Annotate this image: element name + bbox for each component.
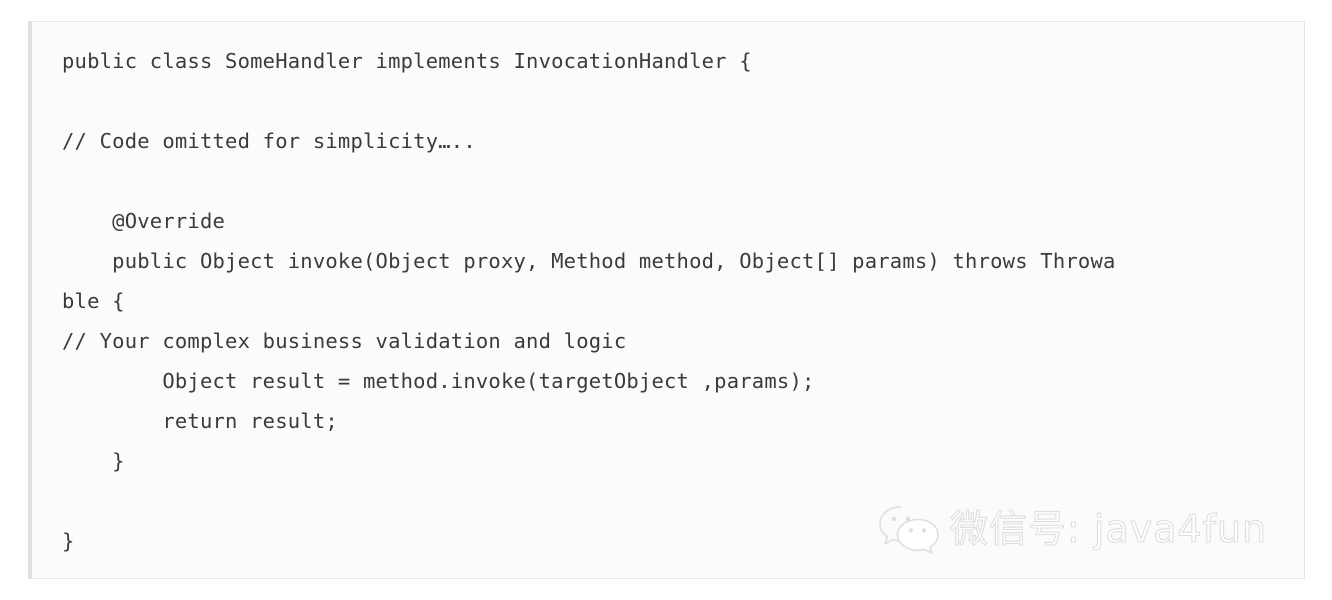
code-line: @Override [62,209,226,233]
code-line: public class SomeHandler implements Invo… [62,49,752,73]
code-line: } [62,449,125,473]
code-panel: public class SomeHandler implements Invo… [28,21,1305,579]
code-line: Object result = method.invoke(targetObje… [62,369,815,393]
code-line: public Object invoke(Object proxy, Metho… [62,249,1116,273]
code-line: return result; [62,409,338,433]
code-line: // Your complex business validation and … [62,329,627,353]
code-block: public class SomeHandler implements Invo… [62,41,1298,561]
code-line: } [62,529,75,553]
code-line: ble { [62,289,125,313]
code-line: // Code omitted for simplicity….. [62,129,476,153]
page-root: public class SomeHandler implements Invo… [0,0,1332,600]
